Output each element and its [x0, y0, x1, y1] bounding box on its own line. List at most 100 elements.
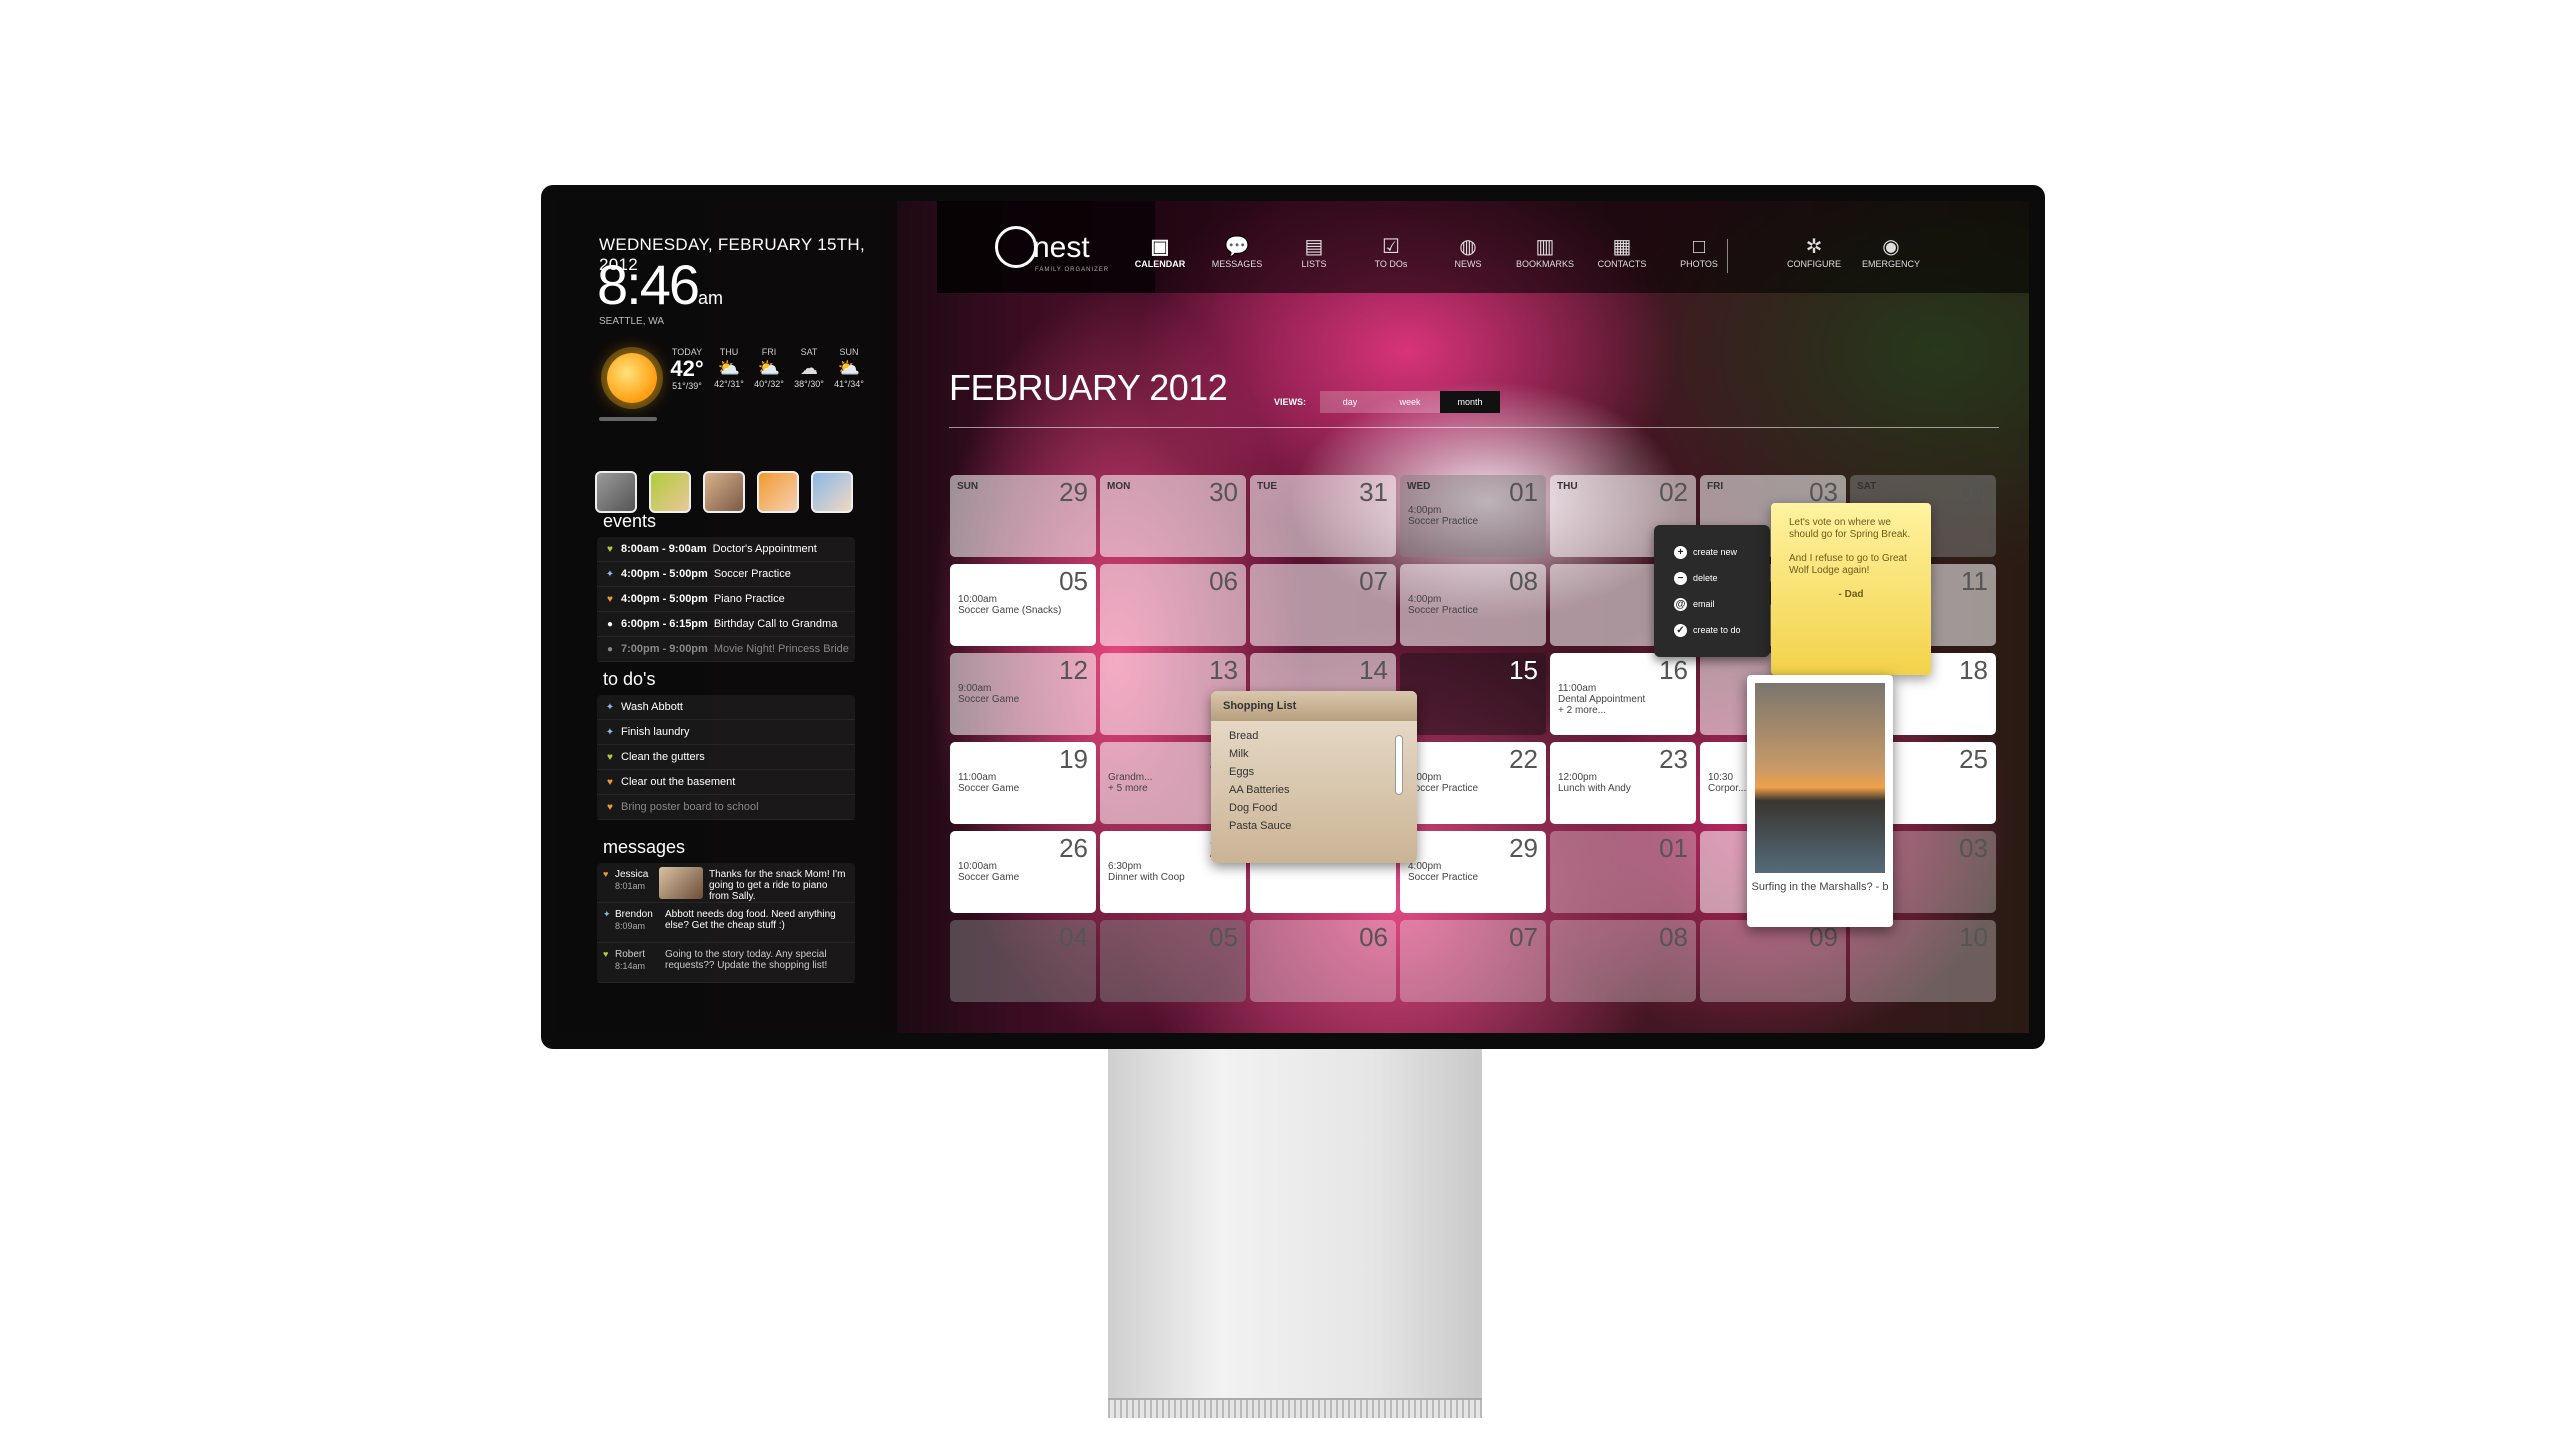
- todo-item[interactable]: ✦ Wash Abbott: [597, 695, 855, 720]
- event-title: Doctor's Appointment: [712, 543, 817, 555]
- cell-event[interactable]: 4:00pm Soccer Practice: [1408, 505, 1478, 527]
- cell-event[interactable]: 11:00am Dental Appointment + 2 more...: [1558, 683, 1645, 716]
- cell-event[interactable]: 4:00pm Soccer Practice: [1408, 594, 1478, 616]
- event-line: Corpor...: [1708, 783, 1747, 794]
- avatar-son[interactable]: [811, 471, 853, 513]
- calendar-day-cell[interactable]: 08: [1550, 920, 1696, 1002]
- avatar-dad[interactable]: [649, 471, 691, 513]
- calendar-day-cell[interactable]: 26 10:00am Soccer Game: [950, 831, 1096, 913]
- calendar-day-cell[interactable]: 05: [1100, 920, 1246, 1002]
- menu-email[interactable]: @ email: [1674, 595, 1715, 613]
- day-number: 25: [1959, 744, 1988, 774]
- forecast-range: 42°/31°: [714, 379, 744, 389]
- nav-news[interactable]: ◍ NEWS: [1433, 235, 1503, 269]
- shopping-item[interactable]: AA Batteries: [1229, 781, 1417, 799]
- cell-event[interactable]: 4:00pm Soccer Practice: [1408, 861, 1478, 883]
- sticky-note[interactable]: Let's vote on where we should go for Spr…: [1771, 503, 1931, 675]
- clock-time: 8:46: [597, 253, 700, 316]
- cell-event[interactable]: 6:30pm Dinner with Coop: [1108, 861, 1185, 883]
- menu-create-new[interactable]: + create new: [1674, 543, 1737, 561]
- nav-lists[interactable]: ▤ LISTS: [1279, 235, 1349, 269]
- calendar-day-cell[interactable]: SUN 29: [950, 475, 1096, 557]
- avatar-daughter[interactable]: [757, 471, 799, 513]
- nav-contacts[interactable]: ▦ CONTACTS: [1587, 235, 1657, 269]
- calendar-day-cell[interactable]: TUE 31: [1250, 475, 1396, 557]
- todo-item[interactable]: ♥ Bring poster board to school: [597, 795, 855, 820]
- todo-item[interactable]: ✦ Finish laundry: [597, 720, 855, 745]
- todo-item[interactable]: ♥ Clean the gutters: [597, 745, 855, 770]
- nav-photos[interactable]: □ PHOTOS: [1664, 235, 1734, 269]
- message-item[interactable]: ♥ Jessica 8:01am Thanks for the snack Mom! …: [597, 863, 855, 903]
- forecast-day[interactable]: SUN ⛅ 41°/34°: [829, 347, 869, 389]
- todo-item[interactable]: ♥ Clear out the basement: [597, 770, 855, 795]
- day-number: 04: [1059, 922, 1088, 952]
- gear-icon: ✲: [1805, 236, 1823, 258]
- nav-emergency[interactable]: ◉ EMERGENCY: [1856, 235, 1926, 269]
- view-week-button[interactable]: week: [1380, 391, 1440, 413]
- shopping-item[interactable]: Bread: [1229, 727, 1417, 745]
- calendar-day-cell[interactable]: 07: [1400, 920, 1546, 1002]
- calendar-day-cell[interactable]: 12 9:00am Soccer Game: [950, 653, 1096, 735]
- calendar-day-cell[interactable]: 10: [1850, 920, 1996, 1002]
- cell-event[interactable]: 12:00pm Lunch with Andy: [1558, 772, 1631, 794]
- cell-event[interactable]: 10:00am Soccer Game: [958, 861, 1019, 883]
- cell-event[interactable]: 10:30 Corpor...: [1708, 772, 1746, 794]
- cell-event[interactable]: 4:00pm Soccer Practice: [1408, 772, 1478, 794]
- shopping-scrollbar[interactable]: [1395, 735, 1403, 795]
- nav-todos[interactable]: ☑ TO DOs: [1356, 235, 1426, 269]
- nav-calendar[interactable]: ▣ CALENDAR: [1125, 235, 1195, 269]
- calendar-day-cell[interactable]: 05 10:00am Soccer Game (Snacks): [950, 564, 1096, 646]
- view-day-button[interactable]: day: [1320, 391, 1380, 413]
- calendar-day-cell[interactable]: 29 4:00pm Soccer Practice: [1400, 831, 1546, 913]
- calendar-day-cell[interactable]: 16 11:00am Dental Appointment + 2 more...: [1550, 653, 1696, 735]
- menu-create-todo[interactable]: ✓ create to do: [1674, 621, 1741, 639]
- calendar-day-cell[interactable]: WED 01 4:00pm Soccer Practice: [1400, 475, 1546, 557]
- calendar-day-cell[interactable]: 22 4:00pm Soccer Practice: [1400, 742, 1546, 824]
- cell-event[interactable]: 9:00am Soccer Game: [958, 683, 1019, 705]
- calendar-day-cell[interactable]: 06: [1250, 920, 1396, 1002]
- calendar-day-cell[interactable]: MON 30: [1100, 475, 1246, 557]
- nav-messages[interactable]: 💬 MESSAGES: [1202, 235, 1272, 269]
- cell-event[interactable]: 10:00am Soccer Game (Snacks): [958, 594, 1061, 616]
- calendar-day-cell[interactable]: 23 12:00pm Lunch with Andy: [1550, 742, 1696, 824]
- calendar-day-cell[interactable]: 01: [1550, 831, 1696, 913]
- note-text: And I refuse to go to Great Wolf Lodge a…: [1789, 553, 1907, 576]
- weather-today[interactable]: TODAY 42° 51°/39°: [665, 347, 709, 391]
- calendar-day-cell[interactable]: 04: [950, 920, 1096, 1002]
- avatar-mom[interactable]: [703, 471, 745, 513]
- event-item[interactable]: ● 7:00pm - 9:00pm Movie Night! Princess Br…: [597, 637, 855, 662]
- event-item[interactable]: ♥ 8:00am - 9:00am Doctor's Appointment: [597, 537, 855, 562]
- nav-bookmarks[interactable]: ▥ BOOKMARKS: [1510, 235, 1580, 269]
- forecast-day[interactable]: SAT ☁ 38°/30°: [789, 347, 829, 389]
- calendar-day-cell[interactable]: 07: [1250, 564, 1396, 646]
- person-icon: ✦: [605, 726, 615, 738]
- calendar-day-cell[interactable]: 19 11:00am Soccer Game: [950, 742, 1096, 824]
- avatar-dog[interactable]: [595, 471, 637, 513]
- calendar-day-cell[interactable]: 06: [1100, 564, 1246, 646]
- message-item[interactable]: ♥ Robert 8:14am Going to the story today. A…: [597, 943, 855, 983]
- forecast-day[interactable]: FRI ⛅ 40°/32°: [749, 347, 789, 389]
- shopping-list-widget[interactable]: Shopping List Bread Milk Eggs AA Batteri…: [1211, 691, 1417, 863]
- event-item[interactable]: ● 6:00pm - 6:15pm Birthday Call to Grandma: [597, 612, 855, 637]
- message-photo[interactable]: [659, 867, 703, 899]
- forecast-day[interactable]: THU ⛅ 42°/31°: [709, 347, 749, 389]
- menu-delete[interactable]: − delete: [1674, 569, 1718, 587]
- message-item[interactable]: ✦ Brendon 8:09am Abbott needs dog food. Nee…: [597, 903, 855, 943]
- cell-event[interactable]: 11:00am Soccer Game: [958, 772, 1019, 794]
- nest-logo[interactable]: nest FAMILY ORGANIZER: [937, 201, 1155, 293]
- view-month-button[interactable]: month: [1440, 391, 1500, 413]
- day-number: 12: [1059, 655, 1088, 685]
- calendar-day-cell[interactable]: 08 4:00pm Soccer Practice: [1400, 564, 1546, 646]
- today-range: 51°/39°: [672, 381, 702, 391]
- event-item[interactable]: ♥ 4:00pm - 5:00pm Piano Practice: [597, 587, 855, 612]
- shopping-item[interactable]: Dog Food: [1229, 799, 1417, 817]
- calendar-day-cell[interactable]: 09: [1700, 920, 1846, 1002]
- nav-configure[interactable]: ✲ CONFIGURE: [1779, 235, 1849, 269]
- cell-event[interactable]: Grandm... + 5 more: [1108, 772, 1152, 794]
- photo-card[interactable]: Surfing in the Marshalls? - b: [1747, 675, 1893, 927]
- shopping-item[interactable]: Pasta Sauce: [1229, 817, 1417, 835]
- shopping-item[interactable]: Milk: [1229, 745, 1417, 763]
- calendar-day-cell[interactable]: 15: [1400, 653, 1546, 735]
- event-item[interactable]: ✦ 4:00pm - 5:00pm Soccer Practice: [597, 562, 855, 587]
- shopping-item[interactable]: Eggs: [1229, 763, 1417, 781]
